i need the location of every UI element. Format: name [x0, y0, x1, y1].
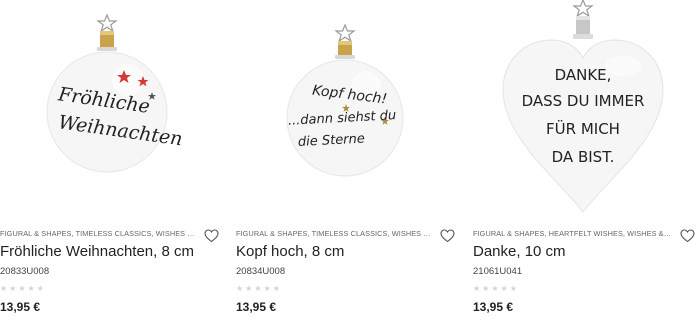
- product-categories[interactable]: FIGURAL & SHAPES, TIMELESS CLASSICS, WIS…: [0, 229, 198, 238]
- product-price: 13,95 €: [236, 300, 277, 314]
- rating-stars: ★★★★★: [0, 284, 46, 293]
- product-image[interactable]: Kopf hoch! ...dann siehst du die Sterne: [236, 0, 461, 222]
- product-categories[interactable]: FIGURAL & SHAPES, HEARTFELT WISHES, WISH…: [473, 229, 671, 238]
- product-categories[interactable]: FIGURAL & SHAPES, TIMELESS CLASSICS, WIS…: [236, 229, 434, 238]
- ornament-text-line-1: DANKE,: [555, 66, 612, 84]
- heart-outline-icon[interactable]: [440, 229, 455, 243]
- ornament-text-line-3: FÜR MICH: [546, 119, 620, 138]
- product-title[interactable]: Fröhliche Weihnachten, 8 cm: [0, 243, 194, 260]
- product-sku: 20833U008: [0, 266, 50, 277]
- heart-outline-icon[interactable]: [680, 229, 695, 243]
- rating-stars: ★★★★★: [236, 284, 282, 293]
- hanger-star-icon: [572, 0, 594, 18]
- product-card[interactable]: Fröhliche Weihnachten FIGURAL & SHAPES, …: [0, 0, 225, 320]
- product-title[interactable]: Danke, 10 cm: [473, 243, 566, 260]
- heart-outline-icon[interactable]: [204, 229, 219, 243]
- product-sku: 20834U008: [236, 266, 286, 277]
- product-price: 13,95 €: [0, 300, 41, 314]
- ornament-text-line-2: DASS DU IMMER: [522, 92, 645, 110]
- rating-stars: ★★★★★: [473, 284, 519, 293]
- product-price: 13,95 €: [473, 300, 514, 314]
- product-title[interactable]: Kopf hoch, 8 cm: [236, 243, 344, 260]
- product-sku: 21061U041: [473, 266, 523, 277]
- product-grid: Fröhliche Weihnachten FIGURAL & SHAPES, …: [0, 0, 700, 320]
- product-card[interactable]: DANKE, DASS DU IMMER FÜR MICH DA BIST. F…: [473, 0, 700, 320]
- product-image[interactable]: Fröhliche Weihnachten: [0, 0, 225, 222]
- hanger-star-icon: [96, 13, 118, 33]
- product-image[interactable]: DANKE, DASS DU IMMER FÜR MICH DA BIST.: [473, 0, 700, 222]
- ornament-text-line-4: DA BIST.: [552, 148, 615, 166]
- hanger-star-icon: [334, 23, 356, 43]
- product-card[interactable]: Kopf hoch! ...dann siehst du die Sterne …: [236, 0, 461, 320]
